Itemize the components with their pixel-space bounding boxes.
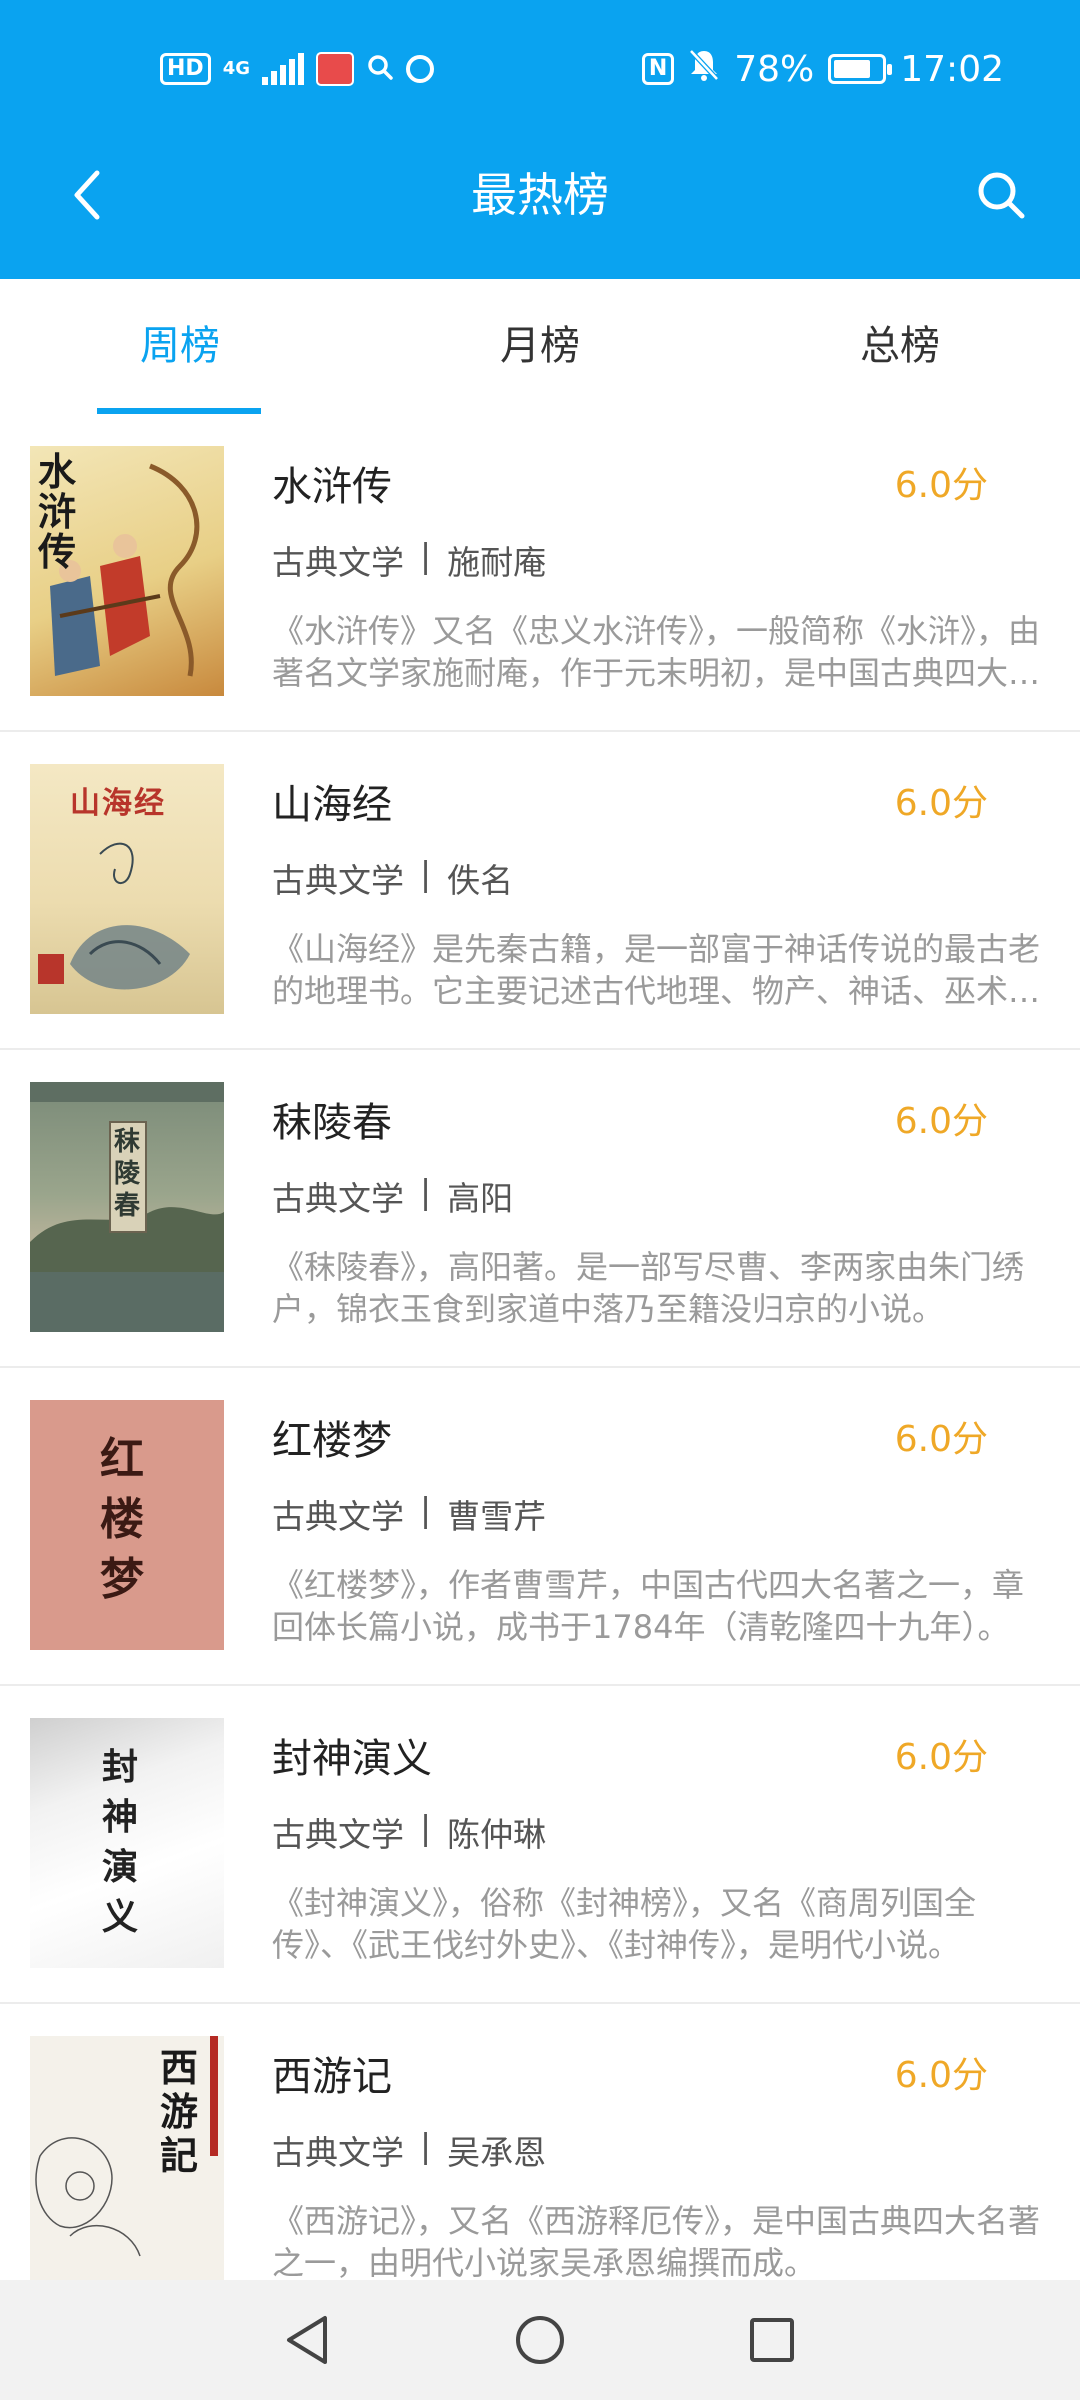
book-title: 西游记 (272, 2054, 392, 2100)
clock: 17:02 (900, 48, 1004, 90)
system-navigation-bar (0, 2280, 1080, 2400)
meta-separator: | (420, 1490, 432, 1529)
book-cover-image: 封神演义 (30, 1718, 224, 1968)
book-score: 6.0分 (894, 1101, 988, 1142)
book-list-item[interactable]: 山海经 山海经 6.0分 古典文学 | 佚名 《山海经》是先秦古籍，是一部富于神… (0, 732, 1080, 1050)
status-left-icons: HD 4G (160, 44, 434, 94)
book-cover-image: 水浒传 (30, 446, 224, 696)
book-meta: 古典文学 | 高阳 (272, 1172, 513, 1220)
book-score: 6.0分 (894, 1737, 988, 1778)
book-score: 6.0分 (894, 465, 988, 506)
book-category: 古典文学 (272, 1497, 404, 1536)
nav-home-circle-icon (516, 2316, 564, 2364)
nav-home-button[interactable] (424, 2280, 656, 2400)
book-cover-image: 秣陵春 (30, 1082, 224, 1332)
title-bar: 最热榜 (0, 140, 1080, 250)
back-button[interactable] (52, 160, 122, 230)
book-title: 水浒传 (272, 464, 392, 510)
battery-percent: 78% (734, 48, 815, 90)
tab-weekly-label: 周榜 (140, 323, 220, 369)
app-header: HD 4G N 78% 17:02 最热榜 (0, 0, 1080, 279)
book-author: 陈仲琳 (447, 1815, 547, 1854)
cover-title-text: 山海经 (70, 786, 166, 821)
tab-monthly-label: 月榜 (500, 323, 580, 369)
meta-separator: | (420, 854, 432, 893)
book-author: 高阳 (447, 1179, 514, 1218)
book-cover-image: 山海经 (30, 764, 224, 1014)
cover-title-text: 秣陵春 (114, 1127, 141, 1221)
search-notification-icon (366, 53, 394, 85)
meta-separator: | (420, 536, 432, 575)
back-chevron-icon (74, 170, 100, 220)
book-meta: 古典文学 | 曹雪芹 (272, 1490, 546, 1538)
cover-title-text: 水浒传 (38, 449, 77, 574)
book-list: 水浒传 水浒传 6.0分 古典文学 | 施耐庵 《水浒传》又名《忠义水浒传》，一… (0, 414, 1080, 2280)
book-list-item[interactable]: 封神演义 封神演义 6.0分 古典文学 | 陈仲琳 《封神演义》，俗称《封神榜》… (0, 1686, 1080, 2004)
book-author: 曹雪芹 (447, 1497, 547, 1536)
meta-separator: | (420, 1172, 432, 1211)
book-score: 6.0分 (894, 2055, 988, 2096)
book-author: 佚名 (447, 861, 514, 900)
book-meta: 古典文学 | 佚名 (272, 854, 513, 902)
status-right-icons: N 78% 17:02 (641, 44, 1004, 94)
status-bar: HD 4G N 78% 17:02 (0, 0, 1080, 138)
book-category: 古典文学 (272, 1815, 404, 1854)
hd-badge: HD (160, 53, 211, 85)
book-title: 封神演义 (272, 1736, 432, 1782)
tab-weekly[interactable]: 周榜 (0, 279, 360, 414)
book-description: 《山海经》是先秦古籍，是一部富于神话传说的最古老的地理书。它主要记述古代地理、物… (272, 930, 1041, 1010)
book-cover-image: 红楼梦 (30, 1400, 224, 1650)
book-meta: 古典文学 | 陈仲琳 (272, 1808, 546, 1856)
browser-icon (406, 55, 434, 83)
book-meta: 古典文学 | 施耐庵 (272, 536, 546, 584)
cover-title-text: 封神演义 (102, 1746, 139, 1938)
book-category: 古典文学 (272, 1179, 404, 1218)
book-list-item[interactable]: 秣陵春 秣陵春 6.0分 古典文学 | 高阳 《秣陵春》，高阳著。是一部写尽曹、… (0, 1050, 1080, 1368)
tab-monthly[interactable]: 月榜 (360, 279, 720, 414)
page-title: 最热榜 (471, 168, 609, 222)
book-list-item[interactable]: 西游記 西游记 6.0分 古典文学 | 吴承恩 《西游记》，又名《西游释厄传》，… (0, 2004, 1080, 2280)
book-score: 6.0分 (894, 1419, 988, 1460)
book-cover-image: 西游記 (30, 2036, 224, 2280)
tab-overall-label: 总榜 (860, 323, 940, 369)
network-type: 4G (222, 58, 250, 79)
book-author: 吴承恩 (447, 2133, 547, 2172)
nav-recents-button[interactable] (656, 2280, 888, 2400)
book-description: 《秣陵春》，高阳著。是一部写尽曹、李两家由朱门绣户，锦衣玉食到家道中落乃至籍没归… (272, 1248, 1025, 1328)
book-category: 古典文学 (272, 543, 404, 582)
search-button[interactable] (966, 160, 1036, 230)
ranking-tabs: 周榜 月榜 总榜 (0, 279, 1080, 414)
cover-title-text: 红楼梦 (100, 1434, 144, 1605)
book-description: 《西游记》，又名《西游释厄传》，是中国古典四大名著之一，由明代小说家吴承恩编撰而… (272, 2202, 1041, 2280)
meta-separator: | (420, 1808, 432, 1847)
book-title: 红楼梦 (272, 1418, 392, 1464)
book-category: 古典文学 (272, 2133, 404, 2172)
book-description: 《封神演义》，俗称《封神榜》，又名《商周列国全传》、《武王伐纣外史》、《封神传》… (272, 1884, 977, 1964)
nav-recents-square-icon (750, 2318, 794, 2362)
reader-app-icon (316, 52, 354, 86)
book-score: 6.0分 (894, 783, 988, 824)
nfc-icon: N (641, 53, 675, 85)
search-icon (978, 172, 1025, 219)
nav-back-triangle-icon (287, 2316, 327, 2364)
book-category: 古典文学 (272, 861, 404, 900)
book-title: 山海经 (272, 782, 392, 828)
nav-back-button[interactable] (192, 2280, 424, 2400)
mute-bell-icon (688, 48, 720, 91)
book-author: 施耐庵 (447, 543, 547, 582)
tab-overall[interactable]: 总榜 (720, 279, 1080, 414)
meta-separator: | (420, 2126, 432, 2165)
cover-title-text: 西游記 (160, 2045, 199, 2178)
signal-icon (262, 53, 304, 85)
book-meta: 古典文学 | 吴承恩 (272, 2126, 546, 2174)
book-list-item[interactable]: 红楼梦 红楼梦 6.0分 古典文学 | 曹雪芹 《红楼梦》，作者曹雪芹，中国古代… (0, 1368, 1080, 1686)
book-title: 秣陵春 (272, 1100, 392, 1146)
battery-icon (828, 54, 893, 84)
book-description: 《红楼梦》，作者曹雪芹，中国古代四大名著之一，章回体长篇小说，成书于1784年（… (272, 1566, 1025, 1646)
book-description: 《水浒传》又名《忠义水浒传》，一般简称《水浒》，由著名文学家施耐庵，作于元末明初… (272, 612, 1041, 692)
book-list-item[interactable]: 水浒传 水浒传 6.0分 古典文学 | 施耐庵 《水浒传》又名《忠义水浒传》，一… (0, 414, 1080, 732)
